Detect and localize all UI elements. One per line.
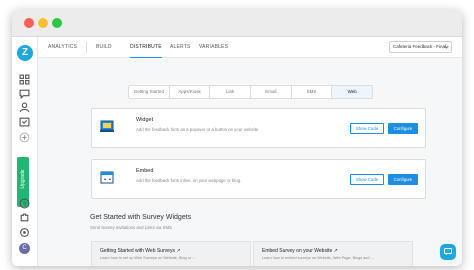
puzzle-icon[interactable] — [19, 212, 30, 223]
section-subtitle: Send Survey Invitations and Links via SM… — [90, 225, 172, 230]
plus-icon[interactable] — [19, 132, 30, 143]
nav-build[interactable]: BUILD — [96, 37, 112, 58]
nav-divider — [86, 42, 87, 53]
guide-description: Learn how to embed surveys on Website, W… — [262, 256, 374, 260]
embed-icon — [100, 171, 114, 184]
app-logo[interactable]: Z — [17, 45, 33, 61]
channel-tabs: Getting Started Apps/Kiosk Link Email SM… — [128, 85, 373, 99]
grid-icon[interactable] — [19, 74, 30, 85]
embed-title: Embed — [136, 168, 154, 174]
guide-description: Learn how to set up Web Surveys on Websi… — [100, 256, 196, 260]
svg-text:?: ? — [23, 201, 27, 208]
tab-web[interactable]: Web — [332, 86, 373, 98]
variables-label: VARIABLES — [199, 44, 229, 50]
alerts-label: ALERTS — [170, 44, 191, 50]
sidebar: Z Upgrade ? C — [12, 37, 38, 266]
guide-title: Embed Survey on your Website ↗ — [262, 248, 338, 254]
widget-description: Add the feedback form as a popover or a … — [136, 127, 259, 132]
tab-apps-kiosk[interactable]: Apps/Kiosk — [170, 86, 211, 98]
tab-link[interactable]: Link — [210, 86, 252, 98]
guide-title: Getting Started with Web Surveys ↗ — [100, 248, 181, 254]
widget-show-code-button[interactable]: Show Code — [350, 123, 384, 134]
chat-bubble-icon — [444, 248, 452, 255]
chat-support-button[interactable] — [440, 244, 456, 260]
survey-selector-value: Cafeteria Feedback - Final — [393, 44, 447, 49]
person-icon[interactable] — [19, 102, 30, 113]
embed-card: Embed Add the feedback form inline, on y… — [91, 159, 426, 199]
avatar[interactable]: C — [19, 243, 30, 254]
guide-card-embed[interactable]: Embed Survey on your Website ↗ Learn how… — [253, 241, 413, 266]
widget-configure-button[interactable]: Configure — [388, 123, 418, 134]
maximize-window-button[interactable] — [52, 18, 62, 28]
embed-configure-button[interactable]: Configure — [388, 174, 418, 185]
analytics-label: ANALYTICS — [48, 44, 78, 50]
app-window: Z Upgrade ? C ANALYTICS BUILD DISTRIBUTE… — [12, 10, 462, 266]
upgrade-label: Upgrade — [20, 169, 26, 189]
nav-distribute[interactable]: DISTRIBUTE — [130, 37, 162, 58]
tab-email[interactable]: Email — [251, 86, 292, 98]
calendar-icon[interactable] — [19, 116, 30, 127]
guide-card-web-surveys[interactable]: Getting Started with Web Surveys ↗ Learn… — [91, 241, 251, 266]
nav-alerts[interactable]: ALERTS — [170, 37, 191, 58]
nav-analytics[interactable]: ANALYTICS — [48, 37, 77, 58]
chat-icon[interactable] — [19, 88, 30, 99]
settings-icon[interactable] — [19, 227, 30, 238]
survey-selector[interactable]: Cafeteria Feedback - Final — [389, 41, 452, 53]
widget-card: Widget Add the feedback form as a popove… — [91, 108, 426, 148]
embed-description: Add the feedback form inline, on your we… — [136, 178, 242, 183]
title-bar — [12, 10, 462, 37]
external-link-icon: ↗ — [333, 248, 338, 254]
section-title: Get Started with Survey Widgets — [90, 214, 192, 221]
widget-title: Widget — [136, 117, 154, 123]
build-label: BUILD — [96, 44, 112, 50]
distribute-label: DISTRIBUTE — [130, 44, 162, 50]
close-window-button[interactable] — [24, 18, 34, 28]
top-nav: ANALYTICS BUILD DISTRIBUTE ALERTS VARIAB… — [38, 37, 462, 58]
widget-icon — [100, 120, 114, 132]
tab-sms[interactable]: SMS — [292, 86, 333, 98]
help-icon[interactable]: ? — [19, 198, 30, 209]
minimize-window-button[interactable] — [38, 18, 48, 28]
embed-show-code-button[interactable]: Show Code — [350, 174, 384, 185]
nav-variables[interactable]: VARIABLES — [199, 37, 228, 58]
external-link-icon: ↗ — [176, 248, 181, 254]
chevron-down-icon — [444, 44, 449, 49]
main-content: Getting Started Apps/Kiosk Link Email SM… — [38, 58, 462, 266]
tab-getting-started[interactable]: Getting Started — [129, 86, 170, 98]
